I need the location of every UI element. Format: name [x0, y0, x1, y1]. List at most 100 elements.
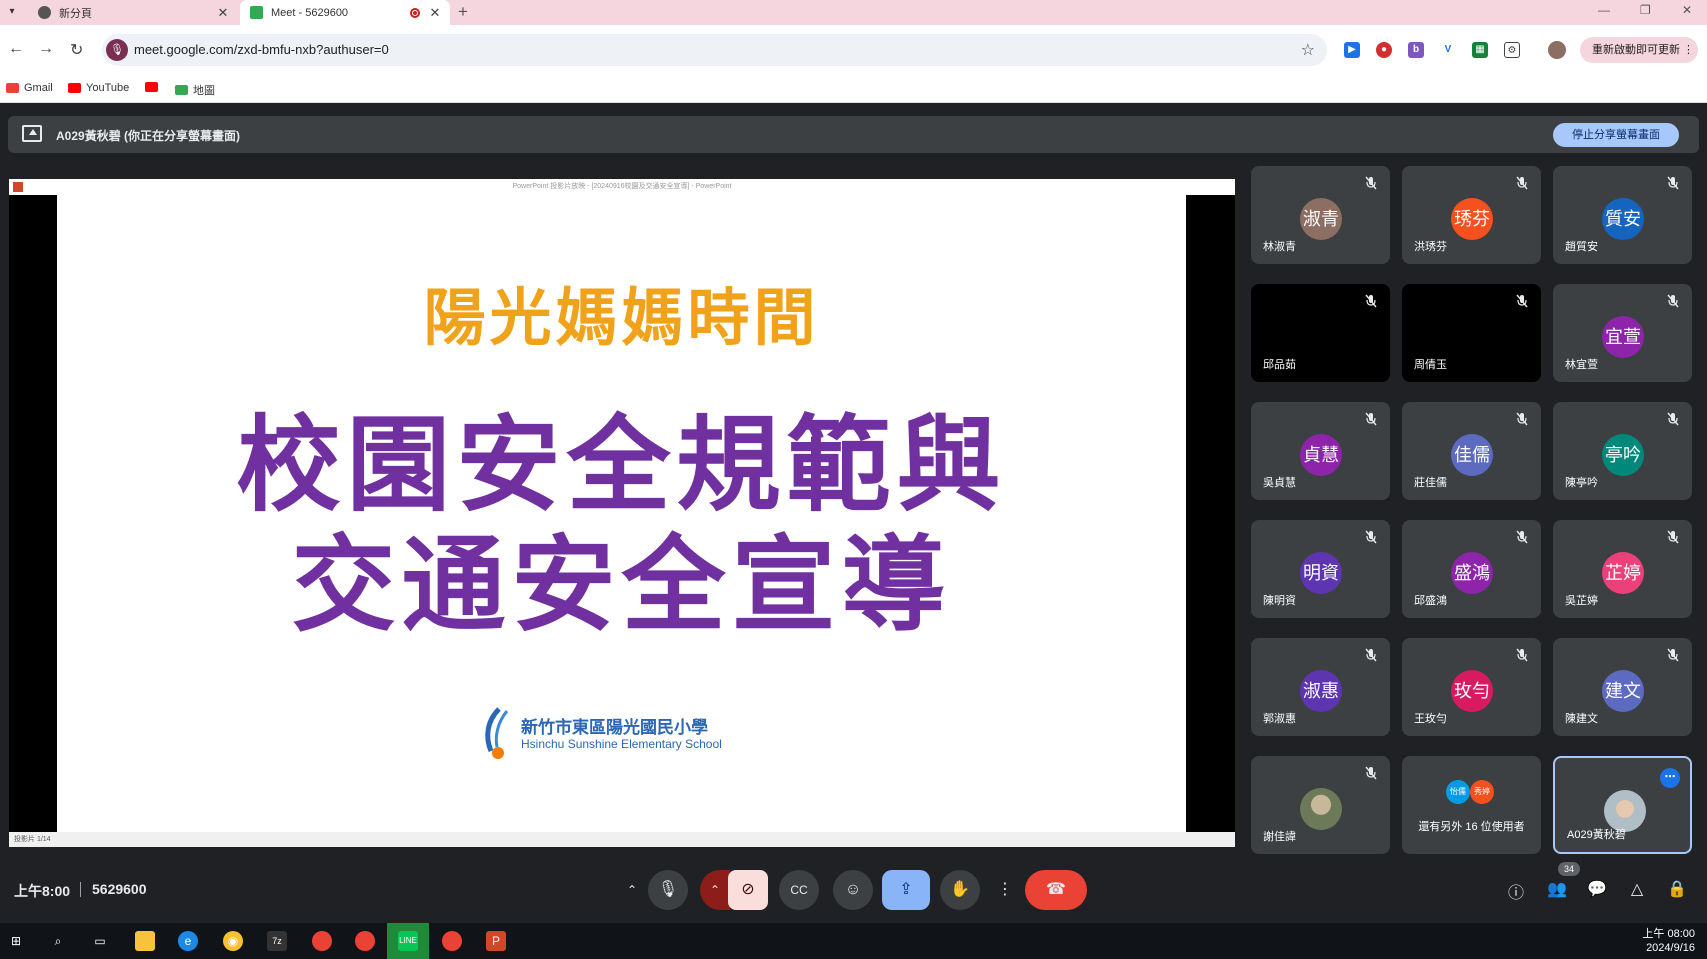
ie-icon[interactable]: e — [178, 931, 198, 951]
more-options-icon[interactable]: ⋯ — [1660, 768, 1680, 788]
close-icon[interactable]: ✕ — [214, 5, 232, 21]
captions-button[interactable]: CC — [779, 870, 819, 910]
mic-off-icon — [1515, 412, 1529, 426]
participant-tile[interactable]: 淑惠 郭淑惠 — [1251, 638, 1390, 736]
people-icon[interactable]: 👥 — [1546, 879, 1568, 899]
profile-avatar[interactable] — [1548, 41, 1566, 59]
avatar: 淑惠 — [1300, 670, 1342, 712]
tab-search-icon[interactable]: ▾ — [4, 4, 20, 20]
reload-icon[interactable]: ↻ — [70, 40, 83, 60]
participant-tile[interactable]: 宜萱 林宜萱 — [1553, 284, 1692, 382]
participant-tile[interactable]: 謝佳諱 — [1251, 756, 1390, 854]
tab-title: Meet - 5629600 — [271, 6, 349, 19]
mic-off-icon — [1364, 294, 1378, 308]
extension-v-icon[interactable]: V — [1440, 42, 1456, 58]
slide-title: 陽光媽媽時間 — [423, 281, 820, 354]
participant-tile[interactable]: 琇芬 洪琇芬 — [1402, 166, 1541, 264]
participant-tile[interactable]: 佳儒 莊佳儒 — [1402, 402, 1541, 500]
tab-strip: ▾ 新分頁 ✕ Meet - 5629600 ✕ + — ❐ ✕ — [0, 0, 1707, 25]
forward-icon[interactable]: → — [38, 40, 54, 58]
participant-tile[interactable]: 淑青 林淑青 — [1251, 166, 1390, 264]
windows-start-icon[interactable]: ⊞ — [6, 931, 26, 951]
mic-off-icon — [1666, 530, 1680, 544]
participant-tile[interactable]: 建文 陳建文 — [1553, 638, 1692, 736]
tab-new-page[interactable]: 新分頁 ✕ — [28, 0, 238, 25]
extension-meet-icon[interactable]: ▶ — [1344, 42, 1360, 58]
participant-tile[interactable]: 質安 趙質安 — [1553, 166, 1692, 264]
chat-icon[interactable]: 💬 — [1586, 879, 1608, 899]
meeting-info-icon[interactable]: ⓘ — [1505, 879, 1527, 903]
extension-red-icon[interactable]: ● — [1376, 42, 1392, 58]
stop-sharing-button[interactable]: 停止分享螢幕畫面 — [1553, 123, 1679, 147]
chrome-icon[interactable] — [442, 931, 462, 951]
microphone-button[interactable]: 🎙 — [648, 870, 688, 910]
bookmark-maps[interactable]: 地圖 — [175, 82, 215, 98]
mic-off-icon — [1515, 648, 1529, 662]
participant-tile[interactable]: 明資 陳明資 — [1251, 520, 1390, 618]
search-icon[interactable]: ⌕ — [48, 931, 68, 951]
emoji-button[interactable]: ☺ — [833, 870, 873, 910]
participant-tile[interactable]: 貞慧 吳貞慧 — [1251, 402, 1390, 500]
activities-icon[interactable]: △ — [1626, 879, 1648, 899]
meeting-time: 上午8:00 — [14, 883, 71, 899]
others-tile[interactable]: 怡儒 秀婷 還有另外 16 位使用者 — [1402, 756, 1541, 854]
participant-name: 郭淑惠 — [1263, 713, 1296, 725]
address-bar[interactable]: 🎙 meet.google.com/zxd-bmfu-nxb?authuser=… — [102, 34, 1327, 66]
browser-app-icon[interactable]: ◉ — [223, 931, 243, 951]
minimize-icon[interactable]: — — [1598, 3, 1610, 17]
participant-tile[interactable]: 周倩玉 — [1402, 284, 1541, 382]
powerpoint-icon[interactable]: P — [486, 931, 506, 951]
7zip-icon[interactable]: 7z — [267, 931, 287, 951]
task-view-icon[interactable]: ▭ — [90, 931, 110, 951]
extensions-icon[interactable]: ⚙ — [1504, 42, 1520, 58]
participant-tile[interactable]: 邱品茹 — [1251, 284, 1390, 382]
bookmark-youtube[interactable]: YouTube — [68, 82, 129, 94]
chrome-icon[interactable] — [355, 931, 375, 951]
restore-icon[interactable]: ❐ — [1640, 3, 1651, 17]
raise-hand-button[interactable]: ✋ — [940, 870, 980, 910]
system-clock[interactable]: 上午 08:00 2024/9/16 — [1642, 927, 1695, 955]
school-name-en: Hsinchu Sunshine Elementary School — [521, 737, 722, 751]
video-options-chevron-icon[interactable]: ⌃ — [700, 870, 730, 910]
mini-avatar: 秀婷 — [1470, 780, 1494, 804]
back-icon[interactable]: ← — [8, 40, 24, 58]
self-tile[interactable]: ⋯ A029黃秋碧 — [1553, 756, 1692, 854]
avatar: 宜萱 — [1602, 316, 1644, 358]
extension-b-icon[interactable]: b — [1408, 42, 1424, 58]
extension-sheets-icon[interactable]: ▦ — [1472, 42, 1488, 58]
avatar: 建文 — [1602, 670, 1644, 712]
close-window-icon[interactable]: ✕ — [1682, 3, 1692, 17]
participant-name: 陳建文 — [1565, 713, 1598, 725]
mic-off-icon — [1666, 412, 1680, 426]
camera-off-button[interactable]: ⊘ — [728, 870, 768, 910]
leave-call-button[interactable]: ☎ — [1025, 870, 1087, 910]
chrome-icon[interactable] — [312, 931, 332, 951]
new-tab-button[interactable]: + — [458, 2, 468, 22]
participant-tile[interactable]: 玫勻 王玫勻 — [1402, 638, 1541, 736]
participant-tile[interactable]: 盛鴻 邱盛鴻 — [1402, 520, 1541, 618]
mic-in-use-icon[interactable]: 🎙 — [106, 39, 128, 61]
file-explorer-icon[interactable] — [135, 931, 155, 951]
host-controls-icon[interactable]: 🔒 — [1666, 879, 1688, 899]
bookmark-gmail[interactable]: Gmail — [6, 82, 53, 94]
youtube-icon — [145, 82, 158, 92]
mic-off-icon — [1364, 648, 1378, 662]
chrome-icon — [38, 6, 51, 19]
participant-name: 邱品茹 — [1263, 359, 1296, 371]
avatar: 芷婷 — [1602, 552, 1644, 594]
present-now-button[interactable]: ⇪ — [882, 870, 930, 910]
share-banner-text: A029黃秋碧 (你正在分享螢幕畫面) — [56, 129, 241, 143]
more-options-icon[interactable]: ⋮ — [985, 870, 1025, 910]
close-icon[interactable]: ✕ — [426, 5, 444, 21]
participant-tile[interactable]: 芷婷 吳芷婷 — [1553, 520, 1692, 618]
gmail-icon — [6, 83, 19, 93]
line-icon[interactable]: LINE — [398, 931, 418, 951]
audio-options-chevron-icon[interactable]: ⌃ — [612, 870, 652, 910]
bookmark-youtube-2[interactable] — [145, 82, 163, 92]
tab-meet[interactable]: Meet - 5629600 ✕ — [240, 0, 450, 25]
participant-tile[interactable]: 亭吟 陳亭吟 — [1553, 402, 1692, 500]
update-button[interactable]: 重新啟動即可更新 ⋮ — [1580, 37, 1698, 63]
participant-name: 周倩玉 — [1414, 359, 1447, 371]
participant-name: 謝佳諱 — [1263, 831, 1296, 843]
star-icon[interactable]: ☆ — [1301, 40, 1315, 60]
